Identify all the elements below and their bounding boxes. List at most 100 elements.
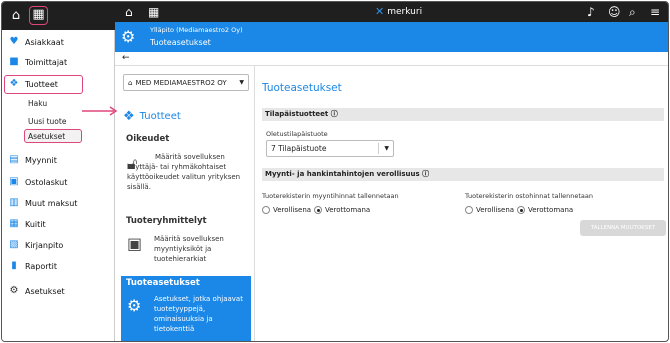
radio-circle bbox=[465, 206, 473, 214]
section-tuoteryhmittelyt[interactable]: Tuoteryhmittelyt ▣ Määritä sovelluksen m… bbox=[121, 216, 251, 274]
receipt-icon: ▦ bbox=[9, 218, 19, 229]
top-bar: ⌂ ▦ ✕ merkuri ♪ ☺ ⌕ ≡ bbox=[115, 2, 668, 22]
pointer-arrow bbox=[82, 106, 118, 116]
section-desc: Määritä sovelluksen myyntiyksiköt ja tuo… bbox=[154, 235, 224, 263]
save-button[interactable]: TALLENNA MUUTOKSET bbox=[580, 220, 666, 236]
logo-text: merkuri bbox=[387, 6, 423, 17]
section-desc: Määritä sovelluksen käyttäjä- tai ryhmäk… bbox=[127, 153, 241, 191]
image-icon: ▣ bbox=[127, 234, 143, 253]
sidebar-item-asiakkaat[interactable]: ♥ Asiakkaat bbox=[8, 34, 64, 50]
radio-purchase-verollisena[interactable]: Verollisena bbox=[465, 206, 514, 214]
default-temp-product-select[interactable]: 7 Tilapäistuote ▼ bbox=[266, 140, 394, 157]
sidebar-item-kuitit[interactable]: ▦ Kuitit bbox=[8, 216, 46, 232]
dropbox-icon: ❖ bbox=[123, 109, 135, 124]
module-title-text: Tuotteet bbox=[139, 111, 181, 122]
sidebar-item-toimittajat[interactable]: ■ Toimittajat bbox=[8, 54, 67, 70]
app-window: ⌂ ▦ ♥ Asiakkaat ■ Toimittajat ❖ Tuotteet… bbox=[1, 1, 669, 342]
ledger-icon: ▧ bbox=[9, 239, 19, 250]
section-desc: Asetukset, jotka ohjaavat tuotetyyppejä,… bbox=[154, 295, 243, 333]
merkuri-logo-mark: ✕ bbox=[375, 5, 385, 18]
radio-label: Verottomana bbox=[325, 206, 371, 214]
radio-label: Verottomana bbox=[528, 206, 574, 214]
radio-label: Verollisena bbox=[273, 206, 312, 214]
sidebar-item-label: Kirjanpito bbox=[25, 240, 64, 250]
sidebar-item-label: Asetukset bbox=[25, 286, 65, 296]
help-icon[interactable]: ⓘ bbox=[422, 170, 429, 178]
content-title: Tuoteasetukset bbox=[262, 82, 342, 94]
section-band-tilapaistuotteet: Tilapäistuotteet ⓘ bbox=[262, 108, 664, 121]
sidebar-item-tuotteet[interactable]: ❖ Tuotteet bbox=[8, 76, 58, 92]
apps-grid-icon[interactable]: ▦ bbox=[148, 5, 159, 19]
page-title: Tuoteasetukset bbox=[150, 38, 211, 47]
sidebar-item-raportit[interactable]: ▮ Raportit bbox=[8, 258, 57, 274]
radio-purchase-verottomana[interactable]: Verottomana bbox=[517, 206, 573, 214]
heart-icon: ♥ bbox=[9, 36, 19, 47]
chevron-down-icon: ▼ bbox=[384, 145, 389, 152]
apps-grid-icon[interactable]: ▦ bbox=[29, 6, 48, 25]
section-title: Tuoteasetukset bbox=[126, 278, 200, 288]
radio-sales-verollisena[interactable]: Verollisena bbox=[262, 206, 311, 214]
sidebar-item-label: Myynnit bbox=[25, 155, 57, 165]
home-icon[interactable]: ⌂ bbox=[8, 8, 24, 24]
radio-circle-selected bbox=[517, 206, 525, 214]
sidebar-item-label: Ostolaskut bbox=[25, 177, 68, 187]
back-arrow-icon[interactable]: ← bbox=[122, 53, 130, 63]
sidebar-item-asetukset[interactable]: ⚙ Asetukset bbox=[8, 283, 65, 299]
sidebar-item-myynnit[interactable]: ▤ Myynnit bbox=[8, 152, 57, 168]
settings-content: Tuoteasetukset Tilapäistuotteet ⓘ Oletus… bbox=[254, 66, 668, 341]
dropbox-icon: ❖ bbox=[9, 78, 19, 89]
left-topbar: ⌂ ▦ bbox=[2, 2, 115, 30]
field-label: Tuoterekisterin myyntihinnat tallennetaa… bbox=[262, 192, 399, 200]
radio-sales-verottomana[interactable]: Verottomana bbox=[314, 206, 370, 214]
page-header: ⚙ Ylläpito (Mediamaestro2 Oy) Tuoteasetu… bbox=[115, 22, 668, 52]
subitem-uusi-tuote[interactable]: Uusi tuote bbox=[28, 117, 66, 126]
sidebar-item-muut-maksut[interactable]: ▥ Muut maksut bbox=[8, 195, 77, 211]
module-title: ❖ Tuotteet bbox=[123, 109, 181, 124]
subitem-asetukset[interactable]: Asetukset bbox=[28, 132, 65, 141]
select-divider bbox=[378, 143, 379, 154]
module-column: ⌂ MED MEDIAMAESTRO2 OY ▼ ❖ Tuotteet Oike… bbox=[121, 66, 251, 341]
field-label: Tuoterekisterin ostohinnat tallennetaan bbox=[465, 192, 593, 200]
sidebar-item-label: Toimittajat bbox=[25, 57, 68, 67]
home-icon[interactable]: ⌂ bbox=[125, 5, 133, 19]
radio-circle bbox=[262, 206, 270, 214]
help-icon[interactable]: ⓘ bbox=[331, 110, 338, 118]
wallet-icon: ▣ bbox=[9, 176, 19, 187]
sidebar-item-label: Raportit bbox=[25, 261, 58, 271]
sidebar-item-kirjanpito[interactable]: ▧ Kirjanpito bbox=[8, 237, 63, 253]
back-row: ← bbox=[115, 52, 668, 66]
chevron-down-icon: ▼ bbox=[239, 79, 244, 86]
company-select-value: MED MEDIAMAESTRO2 OY bbox=[135, 78, 227, 87]
bell-icon[interactable]: ♪ bbox=[587, 5, 595, 19]
section-title: Oikeudet bbox=[126, 134, 170, 144]
sidebar-item-label: Kuitit bbox=[25, 219, 46, 229]
report-icon: ▮ bbox=[11, 260, 17, 271]
field-label: Oletustilapäistuote bbox=[266, 130, 328, 138]
user-icon[interactable]: ☺ bbox=[608, 5, 621, 19]
merkuri-logo: ✕ merkuri bbox=[375, 5, 422, 18]
section-title: Tuoteryhmittelyt bbox=[126, 216, 207, 226]
section-tuoteasetukset[interactable]: Tuoteasetukset ⚙ Asetukset, jotka ohjaav… bbox=[121, 276, 251, 341]
money-icon: ▥ bbox=[9, 197, 19, 208]
band-title: Myynti- ja hankintahintojen verollisuus bbox=[265, 170, 420, 178]
gears-icon: ⚙ bbox=[127, 296, 142, 315]
company-name: Ylläpito (Mediamaestro2 Oy) bbox=[150, 26, 243, 34]
radio-circle-selected bbox=[314, 206, 322, 214]
company-select[interactable]: ⌂ MED MEDIAMAESTRO2 OY ▼ bbox=[123, 74, 249, 91]
section-oikeudet[interactable]: Oikeudet 🔓︎ Määritä sovelluksen käyttäjä… bbox=[121, 134, 251, 214]
home-icon: ⌂ bbox=[128, 78, 133, 87]
gear-icon: ⚙ bbox=[121, 27, 136, 46]
sidebar-item-ostolaskut[interactable]: ▣ Ostolaskut bbox=[8, 174, 67, 190]
search-icon[interactable]: ⌕ bbox=[629, 5, 636, 19]
subitem-haku[interactable]: Haku bbox=[28, 99, 47, 108]
gears-icon: ⚙ bbox=[9, 285, 19, 296]
section-band-verollisuus: Myynti- ja hankintahintojen verollisuus … bbox=[262, 168, 664, 181]
sidebar-item-label: Asiakkaat bbox=[25, 37, 64, 47]
band-title: Tilapäistuotteet bbox=[265, 110, 329, 118]
sidebar: ♥ Asiakkaat ■ Toimittajat ❖ Tuotteet Hak… bbox=[2, 30, 115, 341]
menu-icon[interactable]: ≡ bbox=[650, 5, 660, 19]
radio-label: Verollisena bbox=[476, 206, 515, 214]
sidebar-item-label: Tuotteet bbox=[25, 79, 58, 89]
truck-icon: ■ bbox=[9, 56, 19, 67]
select-value: 7 Tilapäistuote bbox=[271, 144, 327, 153]
